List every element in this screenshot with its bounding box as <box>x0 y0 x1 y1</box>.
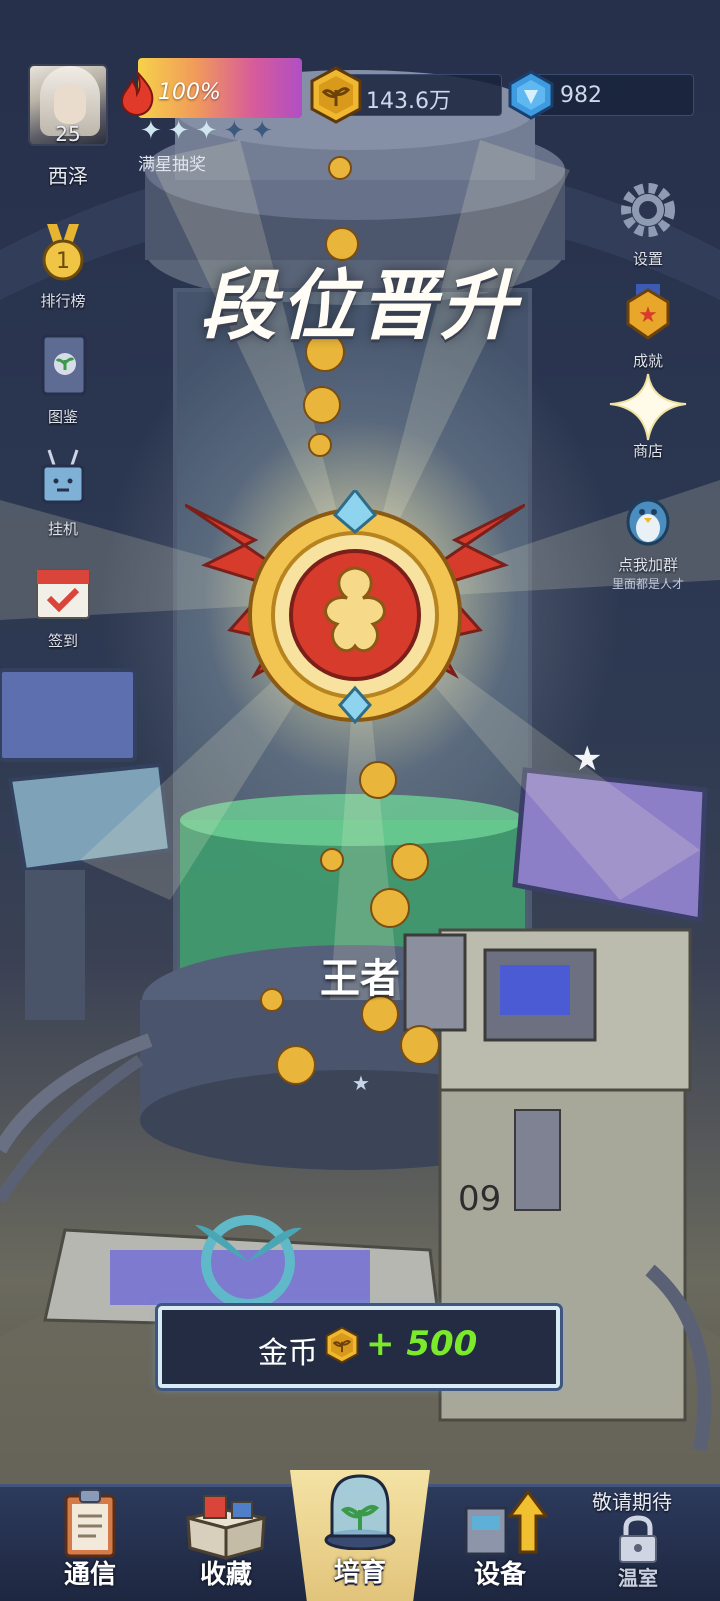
tab-equipment-label: 设备 <box>473 1560 526 1590</box>
join-group-button[interactable]: 点我加群 里面都是人才 <box>588 490 708 592</box>
gold-coin-icon <box>325 1326 359 1364</box>
box-icon <box>186 1495 266 1560</box>
join-group-sublabel: 里面都是人才 <box>611 577 684 591</box>
shop-label: 商店 <box>632 442 663 460</box>
star-icon <box>609 373 687 441</box>
star-rating: ✦ ✦ ✦ ✦ ✦ <box>138 118 302 146</box>
gold-amount: 143.6万 <box>366 89 451 114</box>
rank-emblem <box>185 490 525 725</box>
tab-communication-label: 通信 <box>63 1560 116 1590</box>
check-in-button[interactable]: 签到 <box>18 558 108 651</box>
gem-amount: 982 <box>560 83 602 108</box>
rank-name: 王者 <box>320 956 400 1002</box>
star-icon: ✦ <box>195 116 218 146</box>
energy-percent: 100% <box>158 80 221 105</box>
dome-icon <box>324 1474 396 1550</box>
tab-equipment[interactable]: 设备 <box>440 1484 560 1601</box>
join-group-label: 点我加群 <box>617 556 678 574</box>
svg-text:09: 09 <box>458 1179 501 1219</box>
lock-icon <box>619 1515 657 1563</box>
player-name: 西泽 <box>48 164 88 188</box>
calendar-icon <box>36 569 90 619</box>
tab-collection[interactable]: 收藏 <box>166 1484 286 1601</box>
coming-soon-label: 敬请期待 <box>592 1490 672 1514</box>
shop-button[interactable]: 商店 <box>598 372 698 461</box>
promotion-title: 段位晋升 <box>200 261 520 350</box>
star-icon: ✦ <box>223 116 246 146</box>
gold-coin-icon <box>310 66 362 124</box>
reward-label: 金币 <box>258 1336 318 1371</box>
star-icon: ✦ <box>251 116 273 146</box>
star-icon: ✦ <box>167 116 190 146</box>
full-star-lottery-label[interactable]: 满星抽奖 <box>138 150 206 175</box>
fire-icon <box>120 71 154 116</box>
idle-button[interactable]: 挂机 <box>18 446 108 539</box>
tab-breeding[interactable]: 培育 <box>300 1470 420 1601</box>
collection-book-label: 图鉴 <box>47 408 78 426</box>
tab-communication[interactable]: 通信 <box>30 1484 150 1601</box>
svg-text:★: ★ <box>352 1071 370 1095</box>
svg-text:★: ★ <box>572 739 602 779</box>
gem-icon <box>508 70 554 120</box>
tab-collection-label: 收藏 <box>199 1560 252 1590</box>
gear-icon <box>621 183 675 237</box>
robot-icon <box>41 449 85 504</box>
star-icon: ✦ <box>140 116 162 146</box>
idle-label: 挂机 <box>47 520 78 538</box>
game-scene: 09 ★ ★ 25 西泽 100% ✦ ✦ ✦ ✦ ✦ 满星抽奖 143.6万 … <box>0 0 720 1601</box>
reward-value: + 500 <box>366 1324 478 1364</box>
tab-greenhouse-label: 温室 <box>618 1566 658 1590</box>
player-level: 25 <box>55 122 81 146</box>
penguin-icon <box>626 498 670 546</box>
tab-breeding-label: 培育 <box>333 1558 386 1588</box>
machine-icon <box>464 1489 548 1556</box>
check-in-label: 签到 <box>47 632 78 650</box>
clipboard-icon <box>64 1489 116 1558</box>
